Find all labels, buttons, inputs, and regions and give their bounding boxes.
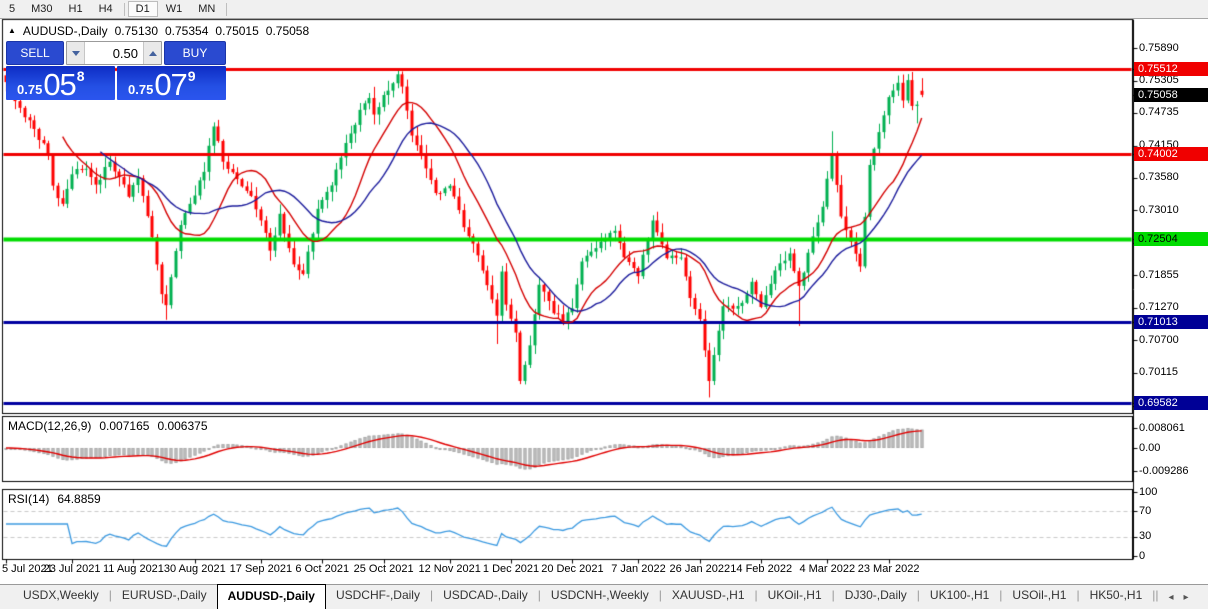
chart-symbol-label: AUDUSD-,Daily bbox=[23, 24, 108, 38]
volume-increase-button[interactable] bbox=[144, 42, 161, 64]
tab-usdchf-daily[interactable]: USDCHF-,Daily bbox=[326, 585, 430, 609]
chart-tab-bar: USDX,Weekly|EURUSD-,DailyAUDUSD-,DailyUS… bbox=[0, 584, 1208, 609]
macd-tick-label: 0.00 bbox=[1139, 442, 1160, 454]
rsi-indicator-name: RSI(14) bbox=[8, 492, 49, 506]
tab-audusd-daily[interactable]: AUDUSD-,Daily bbox=[217, 584, 326, 609]
sell-price-prefix: 0.75 bbox=[17, 83, 42, 97]
timeframe-button-m30[interactable]: M30 bbox=[23, 1, 60, 17]
macd-tick-label: 0.008061 bbox=[1139, 422, 1185, 434]
buy-price-tile[interactable]: 0.75 07 9 bbox=[117, 66, 226, 100]
date-label: 12 Nov 2021 bbox=[418, 563, 480, 575]
price-tick-label: 0.70115 bbox=[1139, 366, 1178, 378]
buy-price-pip-digit: 9 bbox=[188, 68, 196, 84]
rsi-tick-label: 30 bbox=[1139, 530, 1151, 542]
timeframe-button-5[interactable]: 5 bbox=[1, 1, 23, 17]
tab-ukoil-h1[interactable]: UKOil-,H1 bbox=[758, 585, 832, 609]
macd-main-value: 0.007165 bbox=[99, 419, 149, 433]
chart-header: ▲ AUDUSD-,Daily 0.75130 0.75354 0.75015 … bbox=[8, 24, 309, 38]
collapse-chart-icon[interactable]: ▲ bbox=[8, 27, 16, 35]
price-badge: 0.71013 bbox=[1134, 315, 1208, 329]
trading-terminal-window: 5M30H1H4 D1W1MN ▲ AUDUSD-,Daily 0.75130 0… bbox=[0, 0, 1208, 609]
macd-indicator-name: MACD(12,26,9) bbox=[8, 419, 91, 433]
date-label: 30 Aug 2021 bbox=[164, 563, 226, 575]
price-badge: 0.75058 bbox=[1134, 88, 1208, 102]
ohlc-close-value: 0.75058 bbox=[266, 24, 309, 38]
tab-usoil-h1[interactable]: USOil-,H1 bbox=[1002, 585, 1076, 609]
sell-price-tile[interactable]: 0.75 05 8 bbox=[6, 66, 115, 100]
price-badge: 0.75512 bbox=[1134, 62, 1208, 76]
toolbar-separator bbox=[124, 3, 125, 16]
toolbar-separator bbox=[226, 3, 227, 16]
date-label: 11 Aug 2021 bbox=[103, 563, 164, 575]
price-badge: 0.69582 bbox=[1134, 396, 1208, 410]
sell-price-pip-digit: 8 bbox=[77, 68, 85, 84]
tab-dj30-daily[interactable]: DJ30-,Daily bbox=[835, 585, 917, 609]
price-tick-label: 0.75890 bbox=[1139, 42, 1179, 54]
date-label: 6 Oct 2021 bbox=[295, 563, 349, 575]
volume-stepper bbox=[66, 41, 162, 65]
timeframe-button-w1[interactable]: W1 bbox=[158, 1, 191, 17]
tab-usdcnh-weekly[interactable]: USDCNH-,Weekly bbox=[541, 585, 659, 609]
date-label: 14 Feb 2022 bbox=[730, 563, 792, 575]
timeframe-button-h1[interactable]: H1 bbox=[61, 1, 91, 17]
tab-hk50-h1[interactable]: HK50-,H1 bbox=[1080, 585, 1153, 609]
rsi-value: 64.8859 bbox=[57, 492, 100, 506]
buy-price-prefix: 0.75 bbox=[128, 83, 153, 97]
tab-eurusd-daily[interactable]: EURUSD-,Daily bbox=[112, 585, 217, 609]
tab-xauusd-h1[interactable]: XAUUSD-,H1 bbox=[662, 585, 755, 609]
timeframe-button-d1[interactable]: D1 bbox=[128, 1, 158, 17]
triangle-up-icon bbox=[149, 51, 157, 56]
date-label: 25 Oct 2021 bbox=[354, 563, 414, 575]
date-label: 26 Jan 2022 bbox=[670, 563, 731, 575]
date-label: 20 Dec 2021 bbox=[541, 563, 603, 575]
rsi-tick-label: 100 bbox=[1139, 486, 1157, 498]
rsi-tick-label: 0 bbox=[1139, 550, 1145, 562]
one-click-trading-panel: SELL BUY 0.75 05 8 0.75 07 9 bbox=[6, 41, 226, 100]
buy-price-big-digits: 07 bbox=[154, 72, 186, 97]
tab-scroll-buttons: ◂▸ bbox=[1169, 585, 1189, 609]
price-tick-label: 0.74735 bbox=[1139, 106, 1179, 118]
date-label: 7 Jan 2022 bbox=[611, 563, 665, 575]
ohlc-high-value: 0.75354 bbox=[165, 24, 208, 38]
buy-button[interactable]: BUY bbox=[164, 41, 226, 65]
volume-decrease-button[interactable] bbox=[67, 42, 84, 64]
timeframe-button-h4[interactable]: H4 bbox=[91, 1, 121, 17]
price-tick-label: 0.71270 bbox=[1139, 301, 1179, 313]
sell-button[interactable]: SELL bbox=[6, 41, 64, 65]
macd-signal-value: 0.006375 bbox=[157, 419, 207, 433]
timeframe-toolbar: 5M30H1H4 D1W1MN bbox=[0, 0, 1208, 19]
sell-price-big-digits: 05 bbox=[43, 72, 75, 97]
date-label: 1 Dec 2021 bbox=[483, 563, 539, 575]
rsi-pane-label: RSI(14) 64.8859 bbox=[8, 492, 101, 506]
tab-usdx-weekly[interactable]: USDX,Weekly bbox=[13, 585, 109, 609]
price-tick-label: 0.71855 bbox=[1139, 269, 1179, 281]
tab-scroll-right-button[interactable]: ▸ bbox=[1184, 592, 1189, 603]
macd-pane-label: MACD(12,26,9) 0.007165 0.006375 bbox=[8, 419, 208, 433]
price-badge: 0.74002 bbox=[1134, 147, 1208, 161]
price-tick-label: 0.70700 bbox=[1139, 334, 1179, 346]
date-label: 17 Sep 2021 bbox=[230, 563, 292, 575]
rsi-tick-label: 70 bbox=[1139, 505, 1151, 517]
tab-separator: | bbox=[1155, 585, 1158, 609]
price-tick-label: 0.73580 bbox=[1139, 171, 1179, 183]
timeframe-button-mn[interactable]: MN bbox=[190, 1, 223, 17]
ohlc-open-value: 0.75130 bbox=[115, 24, 158, 38]
tab-scroll-left-button[interactable]: ◂ bbox=[1169, 592, 1174, 603]
volume-input[interactable] bbox=[84, 42, 144, 64]
price-tick-label: 0.73010 bbox=[1139, 204, 1179, 216]
ohlc-low-value: 0.75015 bbox=[215, 24, 258, 38]
date-label: 23 Jul 2021 bbox=[44, 563, 101, 575]
price-badge: 0.72504 bbox=[1134, 232, 1208, 246]
date-label: 23 Mar 2022 bbox=[858, 563, 920, 575]
triangle-down-icon bbox=[72, 51, 80, 56]
macd-tick-label: -0.009286 bbox=[1139, 465, 1189, 477]
tab-usdcad-daily[interactable]: USDCAD-,Daily bbox=[433, 585, 538, 609]
tab-uk100-h1[interactable]: UK100-,H1 bbox=[920, 585, 999, 609]
date-label: 4 Mar 2022 bbox=[799, 563, 855, 575]
